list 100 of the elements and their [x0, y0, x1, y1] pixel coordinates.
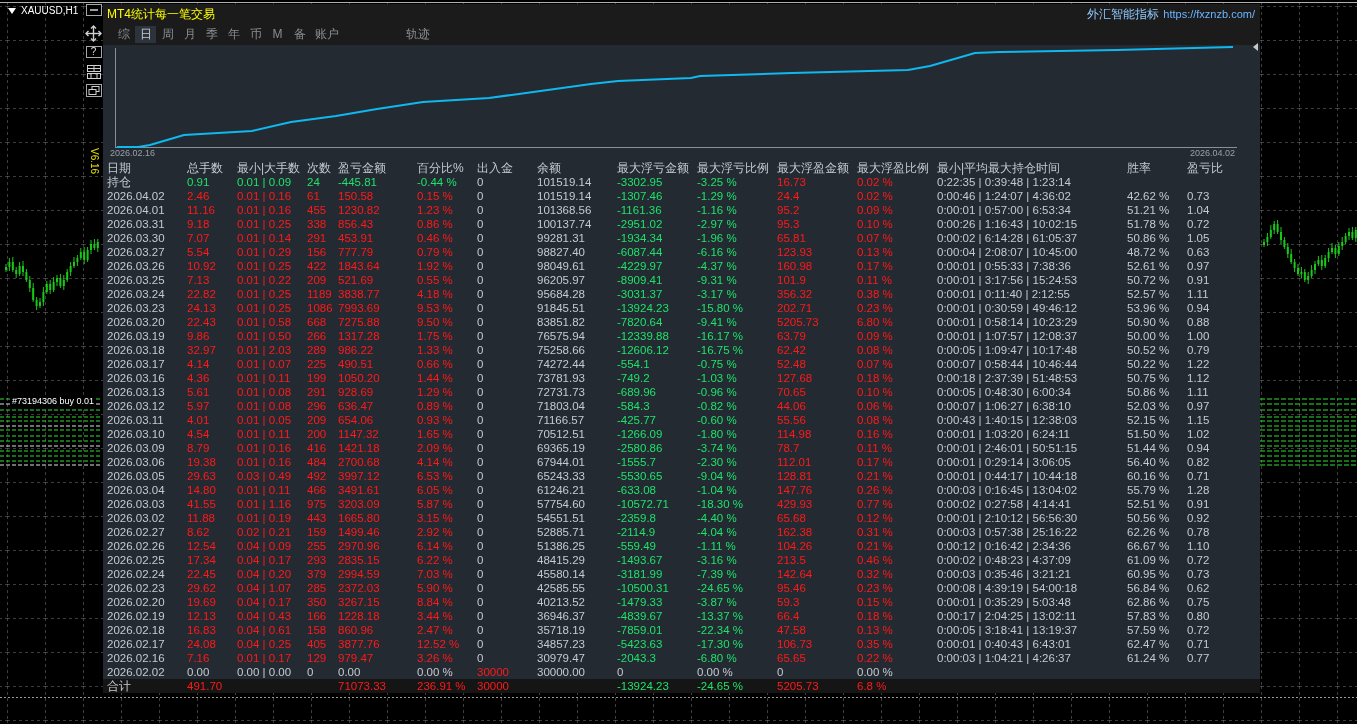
table-cell: 0.04 | 0.25 [237, 637, 292, 651]
table-cell: 2026.03.13 [107, 385, 165, 399]
table-cell: 17.34 [187, 553, 216, 567]
table-cell: 0 [477, 651, 484, 665]
table-cell: 455 [307, 203, 327, 217]
table-cell: 0.62 [1187, 581, 1210, 595]
tab[interactable]: 综 [113, 26, 134, 43]
table-cell: 1.02 [1187, 427, 1210, 441]
table-cell: -559.49 [617, 539, 656, 553]
tab[interactable]: 账户 [311, 26, 343, 43]
table-cell: 266 [307, 329, 327, 343]
tab[interactable]: 轨迹 [402, 26, 434, 43]
table-cell: 0:00:01 | 1:03:20 | 6:24:11 [937, 427, 1070, 441]
tab[interactable]: M [267, 26, 288, 43]
table-cell: 57.59 % [1127, 623, 1170, 637]
table-cell: 0:00:01 | 1:07:57 | 12:08:37 [937, 329, 1078, 343]
table-cell: -24.65 % [697, 581, 744, 595]
move-icon[interactable] [85, 25, 102, 42]
table-cell: 2026.03.20 [107, 315, 165, 329]
table-cell: 0:00:03 | 1:04:21 | 4:26:37 [937, 651, 1071, 665]
tab[interactable]: 周 [157, 26, 178, 43]
website-link[interactable]: https://fxznzb.com/ [1163, 7, 1255, 21]
table-cell: -10500.31 [617, 581, 669, 595]
table-cell: -1479.33 [617, 595, 663, 609]
column-header: 最小|平均最大持仓时间 [937, 161, 1061, 175]
tab[interactable]: 备 [289, 26, 310, 43]
table-cell: 0.46 % [417, 231, 453, 245]
table-cell: 50.75 % [1127, 371, 1170, 385]
table-cell: 57754.60 [537, 497, 585, 511]
table-cell: 2026.02.24 [107, 567, 165, 581]
table-cell: -6.80 % [697, 651, 737, 665]
table-cell: 78.7 [777, 441, 800, 455]
table-cell: 1.00 [1187, 329, 1210, 343]
table-cell: 0:00:12 | 0:16:42 | 2:34:36 [937, 539, 1071, 553]
tab[interactable]: 币 [245, 26, 266, 43]
table-cell: 47.58 [777, 623, 806, 637]
table-cell: -2114.9 [617, 525, 656, 539]
table-cell: -1.80 % [697, 427, 737, 441]
table-cell: 61246.21 [537, 483, 585, 497]
table-cell: 50.22 % [1127, 357, 1170, 371]
table-cell: 61 [307, 189, 320, 203]
windows-icon[interactable] [85, 84, 102, 97]
table-cell: 0.22 % [857, 651, 893, 665]
table-cell: 296 [307, 399, 327, 413]
table-cell: 2026.02.27 [107, 525, 165, 539]
order-label: #73194306 buy 0.01 [12, 396, 95, 407]
table-cell: 123.93 [777, 245, 813, 259]
table-cell: -1.16 % [697, 203, 737, 217]
table-cell: 7.03 % [417, 567, 453, 581]
table-cell: -2043.3 [617, 651, 656, 665]
table-cell: 491.70 [187, 679, 223, 693]
table-cell: 0.01 | 0.17 [237, 651, 292, 665]
table-cell: 0.86 % [417, 217, 453, 231]
table-cell: 2026.03.18 [107, 343, 165, 357]
table-cell: 0 [477, 245, 484, 259]
table-cell: 0.08 % [857, 343, 893, 357]
table-cell: 29.63 [187, 469, 216, 483]
table-cell: 0.75 [1187, 595, 1210, 609]
column-header: 最大浮盈比例 [857, 161, 929, 175]
table-cell: 75258.66 [537, 343, 585, 357]
table-cell: 1050.20 [338, 371, 380, 385]
table-cell: 0.11 % [857, 273, 892, 287]
caret-icon[interactable] [8, 8, 16, 14]
table-cell: 6.14 % [417, 539, 453, 553]
column-header: 最大浮盈金额 [777, 161, 849, 175]
table-cell: 1843.64 [338, 259, 380, 273]
table-cell: 0:00:03 | 0:57:38 | 25:16:22 [937, 525, 1078, 539]
table-cell: 114.98 [777, 427, 812, 441]
tab[interactable]: 日 [135, 26, 156, 43]
table-cell: 0 [477, 553, 484, 567]
minimize-icon[interactable] [85, 4, 102, 16]
table-cell: 0 [477, 343, 484, 357]
table-cell: 9.53 % [417, 301, 453, 315]
table-cell: 48.72 % [1127, 245, 1170, 259]
table-cell: 50.72 % [1127, 273, 1170, 287]
column-header: 最小|大手数 [237, 161, 301, 175]
table-cell: 0 [477, 231, 484, 245]
table-cell: -3.87 % [697, 595, 737, 609]
table-cell: -4.40 % [697, 511, 737, 525]
tab[interactable]: 季 [201, 26, 222, 43]
table-cell: 6.53 % [417, 469, 453, 483]
table-cell: 0.17 % [857, 259, 893, 273]
table-cell: -4.04 % [697, 525, 737, 539]
table-cell: 50.90 % [1127, 315, 1170, 329]
table-cell: -633.08 [617, 483, 656, 497]
table-cell: 466 [307, 483, 327, 497]
table-cell: 0.03 | 0.49 [237, 469, 292, 483]
table-cell: 225 [307, 357, 327, 371]
table-cell: 24.08 [187, 637, 216, 651]
tab[interactable]: 年 [223, 26, 244, 43]
table-cell: 100137.74 [537, 217, 592, 231]
grid-icon[interactable] [85, 64, 102, 80]
table-cell: 1499.46 [338, 525, 380, 539]
table-cell: 166 [307, 609, 327, 623]
table-cell: 0.01 | 0.08 [237, 385, 292, 399]
table-cell: 1189 [307, 287, 332, 301]
table-cell: -16.17 % [697, 329, 744, 343]
symbol-label: XAUUSD,H1 [21, 5, 79, 17]
tab[interactable]: 月 [179, 26, 200, 43]
table-cell: 5205.73 [777, 679, 819, 693]
